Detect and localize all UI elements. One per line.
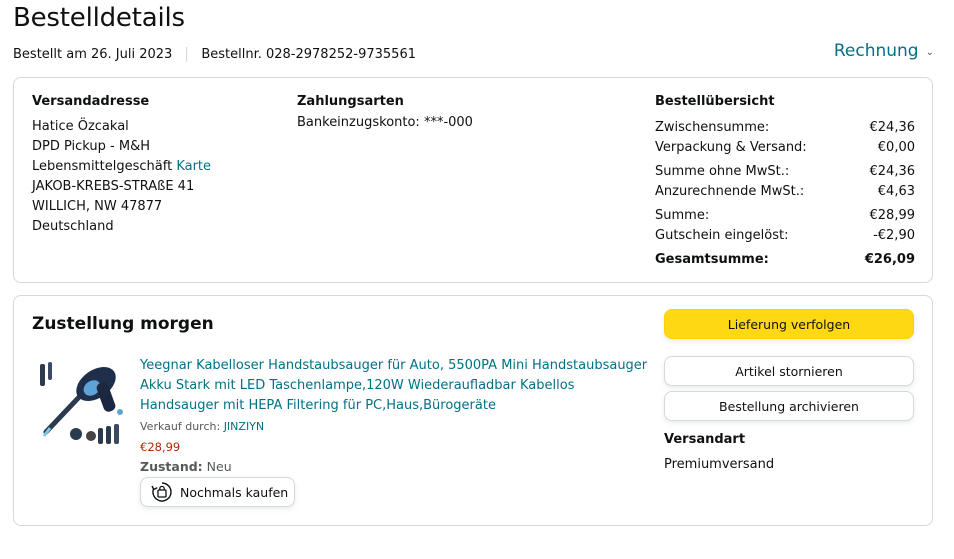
buy-again-label[interactable]: Nochmals kaufen xyxy=(180,485,288,500)
seller-label: Verkauf durch: xyxy=(140,420,221,433)
summary-value: €0,00 xyxy=(877,140,915,155)
order-summary-card: Versandadresse Hatice Özcakal DPD Pickup… xyxy=(13,77,933,283)
summary-heading: Bestellübersicht xyxy=(655,94,775,109)
summary-value: €24,36 xyxy=(869,120,916,135)
meta-divider xyxy=(186,47,188,62)
summary-value: €4,63 xyxy=(877,184,915,199)
summary-label: Anzurechnende MwSt.: xyxy=(655,184,805,199)
summary-label: Verpackung & Versand: xyxy=(655,140,807,155)
page-title: Bestelldetails xyxy=(13,3,185,33)
address-name: Hatice Özcakal xyxy=(32,119,129,134)
chevron-down-icon[interactable]: ⌄ xyxy=(926,47,934,58)
invoice-label[interactable]: Rechnung xyxy=(834,41,919,61)
address-street: JAKOB-KREBS-STRAßE 41 xyxy=(32,179,195,194)
address-line1: DPD Pickup - M&H xyxy=(32,139,151,154)
shipping-address: Hatice Özcakal DPD Pickup - M&H Lebensmi… xyxy=(32,117,211,237)
shipping-method-heading: Versandart xyxy=(664,432,746,447)
summary-label: Gutschein eingelöst: xyxy=(655,228,789,243)
order-number: Bestellnr. 028-2978252-9735561 xyxy=(201,47,416,62)
cancel-item-button[interactable]: Artikel stornieren xyxy=(664,356,914,386)
seller-info: Verkauf durch: JINZIYN xyxy=(140,420,264,433)
address-line2-text: Lebensmittelgeschäft xyxy=(32,159,173,174)
product-price: €28,99 xyxy=(140,440,181,454)
address-city: WILLICH, NW 47877 xyxy=(32,199,163,214)
order-meta: Bestellt am 26. Juli 2023 Bestellnr. 028… xyxy=(13,47,416,62)
delivery-card: Zustellung morgen Yeegnar Kabelloser Han… xyxy=(13,295,933,526)
seller-link[interactable]: JINZIYN xyxy=(224,420,264,433)
summary-row-shipping: Verpackung & Versand: €0,00 xyxy=(655,138,915,158)
summary-label: Summe: xyxy=(655,208,710,223)
rebuy-icon xyxy=(151,482,172,502)
condition-value: Neu xyxy=(206,459,232,474)
summary-row-vat: Anzurechnende MwSt.: €4,63 xyxy=(655,182,915,202)
shipping-method-value: Premiumversand xyxy=(664,457,775,472)
track-delivery-button[interactable]: Lieferung verfolgen xyxy=(664,309,914,339)
summary-value: €26,09 xyxy=(864,252,915,267)
address-country: Deutschland xyxy=(32,219,114,234)
buy-again-button[interactable]: Nochmals kaufen xyxy=(140,477,295,507)
summary-label: Zwischensumme: xyxy=(655,120,770,135)
summary-row-voucher: Gutschein eingelöst: -€2,90 xyxy=(655,226,915,246)
summary-totals: Zwischensumme: €24,36 Verpackung & Versan… xyxy=(655,118,915,270)
vacuum-image-icon[interactable] xyxy=(34,354,129,449)
product-title-link[interactable]: Yeegnar Kabelloser Handstaubsauger für A… xyxy=(140,356,650,416)
delivery-title: Zustellung morgen xyxy=(32,314,214,334)
invoice-dropdown[interactable]: Rechnung ⌄ xyxy=(834,41,934,61)
address-line2: Lebensmittelgeschäft Karte xyxy=(32,157,211,177)
product-image[interactable] xyxy=(34,354,129,449)
summary-row-subtotal: Zwischensumme: €24,36 xyxy=(655,118,915,138)
summary-row-net: Summe ohne MwSt.: €24,36 xyxy=(655,162,915,182)
summary-label: Summe ohne MwSt.: xyxy=(655,164,790,179)
order-date: Bestellt am 26. Juli 2023 xyxy=(13,47,173,62)
payment-heading: Zahlungsarten xyxy=(297,94,404,109)
payment-method: Bankeinzugskonto: ***-000 xyxy=(297,115,473,130)
shipping-address-heading: Versandadresse xyxy=(32,94,150,109)
summary-label: Gesamtsumme: xyxy=(655,252,769,267)
summary-value: -€2,90 xyxy=(873,228,915,243)
summary-value: €24,36 xyxy=(869,164,916,179)
summary-row-sum: Summe: €28,99 xyxy=(655,206,915,226)
archive-order-button[interactable]: Bestellung archivieren xyxy=(664,391,914,421)
map-link[interactable]: Karte xyxy=(176,159,211,174)
summary-value: €28,99 xyxy=(869,208,916,223)
summary-row-total: Gesamtsumme: €26,09 xyxy=(655,250,915,270)
product-condition: Zustand: Neu xyxy=(140,459,232,474)
condition-label: Zustand: xyxy=(140,459,203,474)
